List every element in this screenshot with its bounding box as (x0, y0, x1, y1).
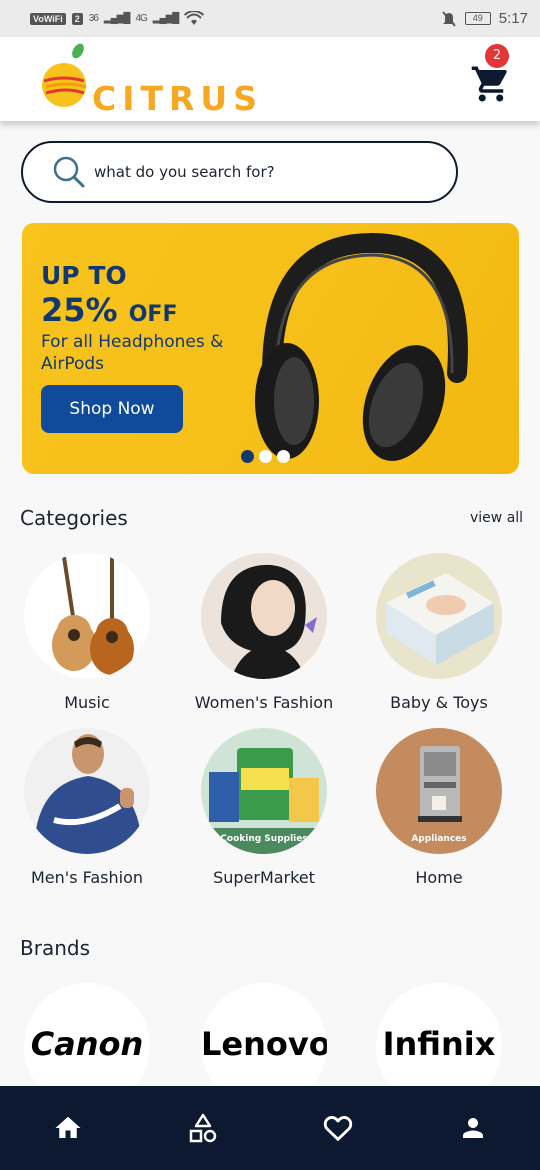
view-all-link[interactable]: view all (470, 510, 523, 526)
brands-title: Brands (20, 936, 90, 960)
category-caption: Appliances (411, 834, 467, 844)
carousel-dots[interactable] (241, 450, 290, 463)
category-label: Baby & Toys (390, 693, 488, 712)
man-hoodie-image (24, 728, 150, 854)
categories-title: Categories (20, 506, 128, 530)
app-header: CITRUS 2 (0, 37, 540, 121)
search-input[interactable] (94, 163, 414, 181)
category-baby-toys[interactable]: Baby & Toys (354, 553, 524, 712)
cart-icon[interactable] (470, 63, 512, 105)
battery-icon: 49 (464, 12, 491, 25)
promo-banner[interactable]: UP TO 25% OFF For all Headphones & AirPo… (22, 223, 519, 474)
category-label: Women's Fashion (194, 693, 334, 712)
brand-logo-text: CITRUS (92, 79, 263, 118)
shop-now-button[interactable]: Shop Now (41, 385, 183, 433)
signal-bars-icon: ▂▄▆█ (103, 13, 131, 24)
category-label: Music (64, 693, 110, 712)
category-caption: Cooking Supplies (220, 834, 308, 844)
diapers-image (376, 553, 502, 679)
banner-percent: 25% (41, 291, 118, 329)
categories-icon (189, 1113, 216, 1143)
category-label: Men's Fashion (31, 868, 143, 887)
category-music[interactable]: Music (2, 553, 172, 712)
cart-count-badge: 2 (485, 44, 509, 68)
heart-icon (323, 1116, 352, 1141)
mute-bell-icon (442, 10, 456, 27)
coffee-machine-image: Appliances (376, 728, 502, 854)
carousel-dot-2[interactable] (259, 450, 272, 463)
vowifi-badge: VoWiFi (30, 12, 66, 25)
wifi-icon (184, 10, 205, 25)
bottom-navigation (0, 1086, 540, 1170)
signal-1-label: 36 (88, 13, 99, 24)
nav-profile[interactable] (443, 1098, 503, 1158)
carousel-dot-3[interactable] (277, 450, 290, 463)
status-time: 5:17 (498, 10, 528, 27)
home-icon (55, 1116, 80, 1138)
category-supermarket[interactable]: Cooking Supplies SuperMarket (179, 728, 349, 887)
guitar-image (24, 553, 150, 679)
category-womens-fashion[interactable]: Women's Fashion (179, 553, 349, 712)
search-icon[interactable] (52, 155, 86, 189)
category-label: SuperMarket (213, 868, 315, 887)
brand-name: Infinix (382, 1025, 496, 1063)
status-right: 49 5:17 (441, 10, 528, 27)
brand-name: Canon (30, 1025, 144, 1063)
signal-bars-2-icon: ▂▄▆█ (152, 13, 180, 24)
nav-categories[interactable] (173, 1098, 233, 1158)
category-label: Home (415, 868, 463, 887)
brand-name: Lenovo (201, 1025, 327, 1063)
citrus-logo-icon (42, 43, 87, 107)
headphones-image (255, 232, 468, 461)
woman-image (201, 553, 327, 679)
profile-icon (462, 1118, 483, 1138)
category-mens-fashion[interactable]: Men's Fashion (2, 728, 172, 887)
banner-subtitle: For all Headphones & AirPods (41, 332, 224, 374)
carousel-dot-1[interactable] (241, 450, 254, 463)
nav-favorites[interactable] (308, 1098, 368, 1158)
search-bar[interactable] (21, 141, 458, 203)
banner-line-2: 25% OFF (41, 291, 178, 329)
status-left: VoWiFi 2 36 ▂▄▆█ 4G ▂▄▆█ (30, 10, 205, 27)
nav-home[interactable] (38, 1098, 98, 1158)
category-home[interactable]: Appliances Home (354, 728, 524, 887)
sim-badge: 2 (71, 12, 83, 25)
status-bar: VoWiFi 2 36 ▂▄▆█ 4G ▂▄▆█ 49 5:17 (0, 0, 540, 37)
signal-2-label: 4G (135, 13, 147, 24)
banner-line-1: UP TO (41, 261, 127, 290)
cooking-supplies-image: Cooking Supplies (201, 728, 327, 854)
banner-off: OFF (128, 302, 178, 327)
